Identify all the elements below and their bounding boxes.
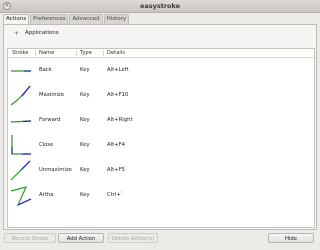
- column-header-name[interactable]: Name: [39, 50, 54, 56]
- action-type[interactable]: Key: [80, 142, 90, 148]
- down-right-stroke-icon: [11, 135, 31, 155]
- tab-preferences[interactable]: Preferences: [30, 14, 69, 24]
- action-type[interactable]: Key: [80, 167, 90, 173]
- list-item[interactable]: Close Key Alt+F4: [8, 133, 314, 157]
- list-item[interactable]: [8, 208, 314, 228]
- action-name: Artha: [39, 192, 54, 198]
- list-item[interactable]: Maximize Key Alt+F10: [8, 83, 314, 107]
- action-details[interactable]: Alt+Right: [107, 117, 133, 123]
- action-name: Back: [39, 67, 52, 73]
- column-separator: [76, 50, 77, 56]
- expand-icon[interactable]: +: [14, 30, 19, 37]
- list-item[interactable]: Forward Key Alt+Right: [8, 108, 314, 132]
- applications-group[interactable]: + Applications: [14, 29, 59, 37]
- diagonal-up-stroke-icon: [10, 160, 31, 181]
- list-header: Stroke Name Type Details: [8, 49, 314, 58]
- action-details[interactable]: Alt+F4: [107, 142, 125, 148]
- action-details[interactable]: Alt+Left: [107, 67, 129, 73]
- zigzag-stroke-icon: [10, 186, 32, 207]
- tab-bar: Actions Preferences Advanced History: [3, 14, 130, 25]
- action-details[interactable]: Alt+F10: [107, 92, 128, 98]
- tab-history[interactable]: History: [103, 14, 130, 24]
- column-header-separator: [103, 50, 104, 56]
- column-header-stroke[interactable]: Stroke: [12, 50, 29, 56]
- diagonal-up-stroke-icon: [10, 85, 31, 106]
- tab-advanced[interactable]: Advanced: [69, 14, 103, 24]
- action-type[interactable]: Key: [80, 117, 90, 123]
- actions-list[interactable]: Stroke Name Type Details Back Key Alt+Le…: [7, 48, 315, 228]
- horizontal-line-stroke-icon: [10, 120, 32, 123]
- column-separator: [35, 50, 36, 56]
- action-name: Forward: [39, 117, 61, 123]
- action-name: Close: [39, 142, 54, 148]
- delete-actions-button[interactable]: Delete Action(s): [108, 233, 158, 243]
- column-header-type[interactable]: Type: [80, 50, 92, 56]
- horizontal-line-stroke-icon: [11, 70, 31, 72]
- action-name: Unmaximize: [39, 167, 72, 173]
- record-stroke-button[interactable]: Record Stroke: [4, 233, 56, 243]
- actions-panel: + Applications Stroke Name Type Details …: [3, 24, 317, 230]
- action-type[interactable]: Key: [80, 92, 90, 98]
- applications-label: Applications: [25, 30, 59, 36]
- window-title: easystroke: [139, 2, 181, 10]
- list-item[interactable]: Artha Key Ctrl+`: [8, 183, 314, 207]
- button-bar: Record Stroke Add Action Delete Action(s…: [0, 230, 320, 250]
- list-item[interactable]: Unmaximize Key Alt+F5: [8, 158, 314, 182]
- action-type[interactable]: Key: [80, 67, 90, 73]
- easystroke-window: × easystroke Actions Preferences Advance…: [0, 0, 320, 250]
- action-details[interactable]: Ctrl+`: [107, 192, 124, 198]
- hide-button[interactable]: Hide: [268, 233, 314, 243]
- action-type[interactable]: Key: [80, 192, 90, 198]
- add-action-button[interactable]: Add Action: [58, 233, 104, 243]
- list-item[interactable]: Back Key Alt+Left: [8, 58, 314, 82]
- action-name: Maximize: [39, 92, 65, 98]
- partial-stroke-icon: [10, 208, 32, 228]
- title-bar: × easystroke: [0, 0, 320, 13]
- action-details[interactable]: Alt+F5: [107, 167, 125, 173]
- column-header-details[interactable]: Details: [107, 50, 125, 56]
